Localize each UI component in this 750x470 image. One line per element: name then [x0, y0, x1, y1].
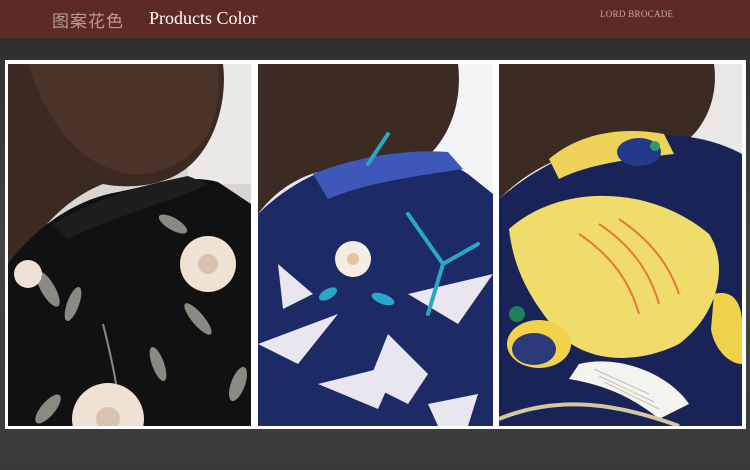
black-floral-print-shirt-photo — [8, 64, 251, 426]
section-title: Products Color — [149, 8, 258, 28]
section-title-chinese: 图案花色 — [52, 12, 124, 32]
yellow-bird-print-shirt-photo — [499, 64, 742, 426]
header-bar: 图案花色 Products Color LORD BROCADE — [0, 0, 750, 38]
navy-leaf-print-shirt-photo — [258, 64, 493, 426]
brand-name: LORD BROCADE — [600, 9, 674, 19]
